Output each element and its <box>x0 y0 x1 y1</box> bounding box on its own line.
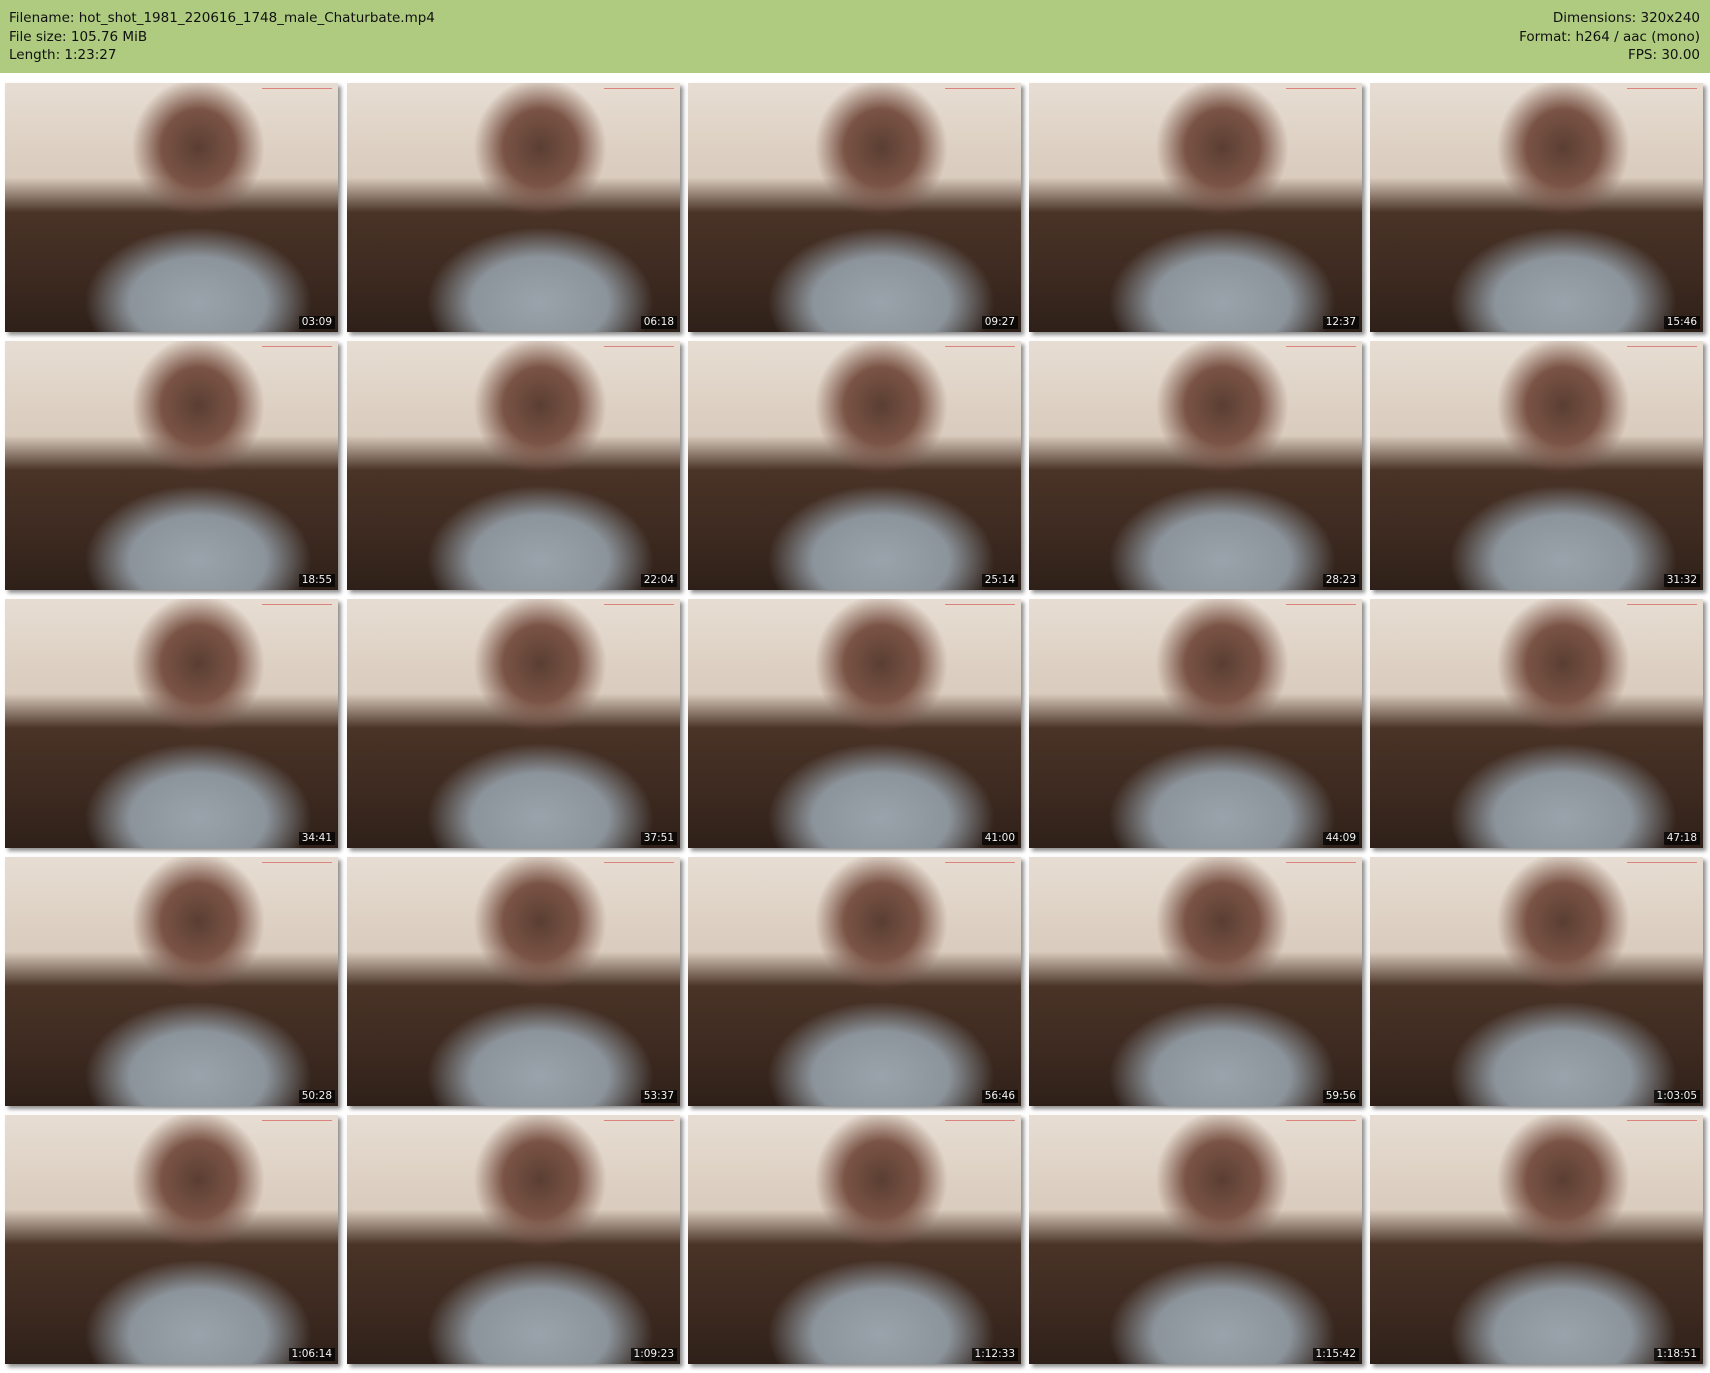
thumbnail-timestamp: 12:37 <box>1322 316 1359 329</box>
video-thumbnail: 1:09:23 <box>347 1115 680 1364</box>
watermark-mark <box>945 88 1015 97</box>
thumbnail-timestamp: 34:41 <box>298 832 335 845</box>
video-thumbnail: 53:37 <box>347 857 680 1106</box>
thumbnail-timestamp: 1:12:33 <box>971 1348 1018 1361</box>
video-thumbnail: 1:12:33 <box>688 1115 1021 1364</box>
thumbnail-timestamp: 59:56 <box>1322 1090 1359 1103</box>
video-thumbnail: 18:55 <box>5 341 338 590</box>
thumbnail-timestamp: 18:55 <box>298 574 335 587</box>
video-thumbnail: 03:09 <box>5 83 338 332</box>
thumbnail-timestamp: 53:37 <box>640 1090 677 1103</box>
thumbnail-timestamp: 28:23 <box>1322 574 1359 587</box>
thumbnail-timestamp: 06:18 <box>640 316 677 329</box>
file-info: Filename: hot_shot_1981_220616_1748_male… <box>9 9 435 65</box>
thumbnail-timestamp: 56:46 <box>981 1090 1018 1103</box>
format-text: Format: h264 / aac (mono) <box>1519 28 1700 45</box>
video-info: Dimensions: 320x240 Format: h264 / aac (… <box>1519 9 1700 65</box>
video-thumbnail: 25:14 <box>688 341 1021 590</box>
watermark-mark <box>604 604 674 613</box>
thumbnail-timestamp: 25:14 <box>981 574 1018 587</box>
watermark-mark <box>1627 604 1697 613</box>
video-thumbnail: 06:18 <box>347 83 680 332</box>
video-thumbnail: 50:28 <box>5 857 338 1106</box>
watermark-mark <box>262 1120 332 1129</box>
filename-text: Filename: hot_shot_1981_220616_1748_male… <box>9 10 435 26</box>
thumbnail-timestamp: 15:46 <box>1663 316 1700 329</box>
watermark-mark <box>945 346 1015 355</box>
watermark-mark <box>1286 1120 1356 1129</box>
video-thumbnail: 15:46 <box>1370 83 1703 332</box>
watermark-mark <box>1627 862 1697 871</box>
watermark-mark <box>1627 1120 1697 1129</box>
watermark-mark <box>262 604 332 613</box>
thumbnail-timestamp: 22:04 <box>640 574 677 587</box>
thumbnail-timestamp: 44:09 <box>1322 832 1359 845</box>
video-thumbnail: 28:23 <box>1029 341 1362 590</box>
watermark-mark <box>945 1120 1015 1129</box>
watermark-mark <box>604 862 674 871</box>
watermark-mark <box>1286 862 1356 871</box>
thumbnail-timestamp: 37:51 <box>640 832 677 845</box>
video-thumbnail: 1:03:05 <box>1370 857 1703 1106</box>
video-thumbnail: 09:27 <box>688 83 1021 332</box>
watermark-mark <box>1627 346 1697 355</box>
fps-text: FPS: 30.00 <box>1628 47 1700 63</box>
watermark-mark <box>262 862 332 871</box>
thumbnail-timestamp: 1:06:14 <box>288 1348 335 1361</box>
watermark-mark <box>604 346 674 355</box>
thumbnail-timestamp: 1:03:05 <box>1653 1090 1700 1103</box>
video-thumbnail: 1:15:42 <box>1029 1115 1362 1364</box>
video-thumbnail: 56:46 <box>688 857 1021 1106</box>
video-thumbnail: 12:37 <box>1029 83 1362 332</box>
watermark-mark <box>262 346 332 355</box>
thumbnail-timestamp: 31:32 <box>1663 574 1700 587</box>
thumbnail-timestamp: 41:00 <box>981 832 1018 845</box>
video-thumbnail: 34:41 <box>5 599 338 848</box>
watermark-mark <box>1286 346 1356 355</box>
video-thumbnail: 41:00 <box>688 599 1021 848</box>
video-thumbnail: 1:18:51 <box>1370 1115 1703 1364</box>
watermark-mark <box>1286 604 1356 613</box>
watermark-mark <box>945 862 1015 871</box>
video-thumbnail: 22:04 <box>347 341 680 590</box>
video-thumbnail: 59:56 <box>1029 857 1362 1106</box>
video-thumbnail: 47:18 <box>1370 599 1703 848</box>
thumbnail-grid: 03:09 06:18 09:27 12:37 15:46 18:55 22:04 25:14… <box>0 73 1710 1373</box>
dimensions-text: Dimensions: 320x240 <box>1552 10 1700 26</box>
watermark-mark <box>1286 88 1356 97</box>
watermark-mark <box>604 88 674 97</box>
info-header: Filename: hot_shot_1981_220616_1748_male… <box>0 0 1710 73</box>
video-thumbnail: 31:32 <box>1370 341 1703 590</box>
filesize-text: File size: 105.76 MiB <box>9 28 148 45</box>
watermark-mark <box>262 88 332 97</box>
thumbnail-timestamp: 47:18 <box>1663 832 1700 845</box>
thumbnail-timestamp: 50:28 <box>298 1090 335 1103</box>
video-thumbnail: 1:06:14 <box>5 1115 338 1364</box>
watermark-mark <box>945 604 1015 613</box>
thumbnail-timestamp: 1:18:51 <box>1653 1348 1700 1361</box>
thumbnail-timestamp: 1:15:42 <box>1312 1348 1359 1361</box>
thumbnail-timestamp: 1:09:23 <box>630 1348 677 1361</box>
video-thumbnail: 37:51 <box>347 599 680 848</box>
thumbnail-timestamp: 09:27 <box>981 316 1018 329</box>
thumbnail-timestamp: 03:09 <box>298 316 335 329</box>
video-thumbnail: 44:09 <box>1029 599 1362 848</box>
watermark-mark <box>1627 88 1697 97</box>
length-text: Length: 1:23:27 <box>9 47 117 63</box>
watermark-mark <box>604 1120 674 1129</box>
